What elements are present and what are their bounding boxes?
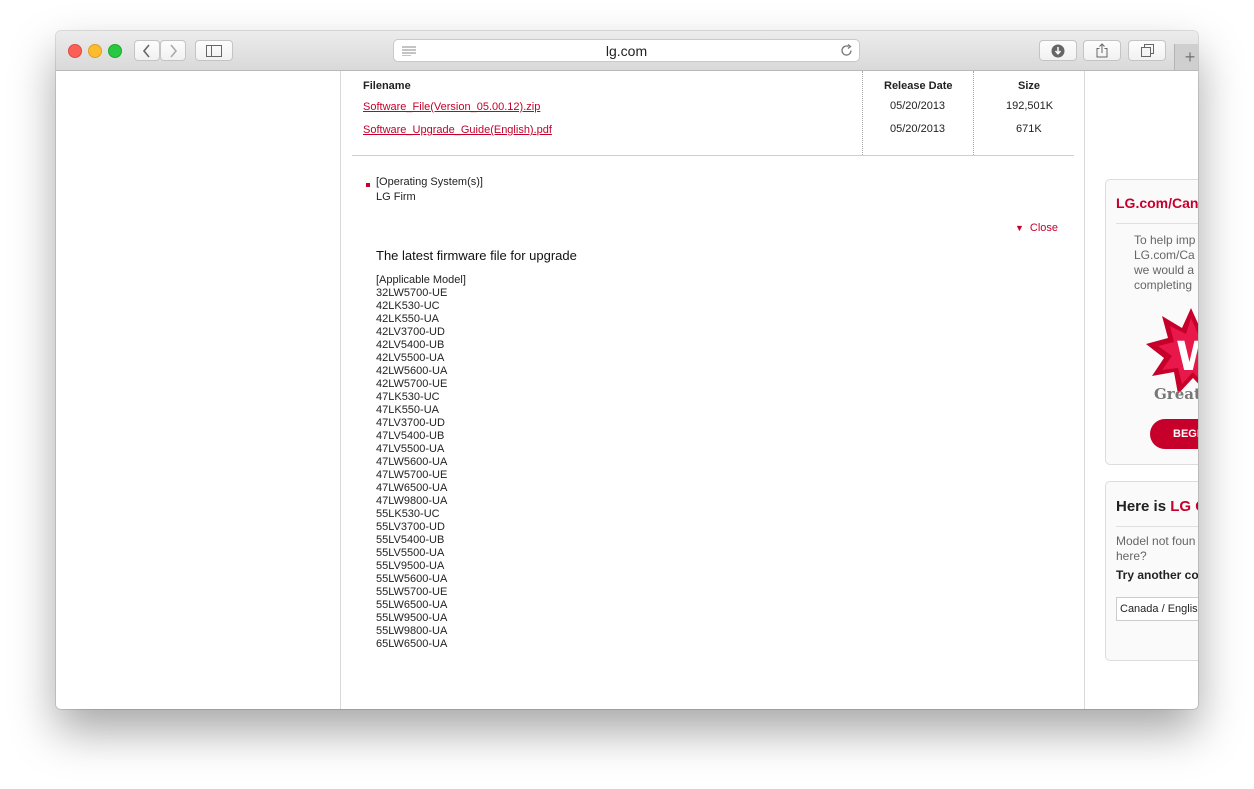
title-bar: lg.com +: [56, 31, 1198, 71]
locale-title: Here is LG C: [1116, 498, 1198, 515]
model-item: 42LV5500-UA: [376, 352, 445, 364]
filename-header: Filename: [363, 80, 411, 92]
model-item: 55LV3700-UD: [376, 521, 445, 533]
close-label: Close: [1029, 222, 1059, 234]
url-text: lg.com: [605, 42, 648, 59]
model-item: 55LW5600-UA: [376, 573, 448, 585]
model-item: 32LW5700-UE: [376, 287, 448, 299]
survey-text: To help imp LG.com/Ca we would a complet…: [1134, 233, 1195, 293]
close-details-link[interactable]: ▼ Close: [1015, 222, 1058, 234]
model-item: 42LK530-UC: [376, 300, 440, 312]
model-item: 65LW6500-UA: [376, 638, 448, 650]
applicable-model-list: [Applicable Model] 32LW5700-UE 42LK530-U…: [376, 274, 466, 651]
locale-panel: Here is LG C Model not foun here? Try an…: [1105, 481, 1198, 661]
model-item: 55LW6500-UA: [376, 599, 448, 611]
page-content: Filename Release Date Size Software_File…: [56, 71, 1198, 709]
locale-text: Model not foun here?: [1116, 534, 1195, 564]
model-item: 42LK550-UA: [376, 313, 439, 325]
model-item: 55LV5500-UA: [376, 547, 445, 559]
close-window-button[interactable]: [68, 44, 82, 58]
locale-text-line: here?: [1116, 549, 1147, 563]
bullet-icon: [366, 183, 370, 187]
survey-text-line: completing: [1134, 278, 1193, 292]
applicable-model-label: [Applicable Model]: [376, 274, 466, 286]
new-tab-button[interactable]: +: [1174, 44, 1198, 70]
triangle-down-icon: ▼: [1015, 223, 1024, 233]
model-item: 42LV3700-UD: [376, 326, 445, 338]
model-item: 55LK530-UC: [376, 508, 440, 520]
file-link-software[interactable]: Software_File(Version_05.00.12).zip: [363, 101, 540, 113]
table-column-divider: [862, 71, 863, 155]
table-bottom-rule: [352, 155, 1074, 156]
model-item: 47LW9800-UA: [376, 495, 448, 507]
model-item: 55LW9500-UA: [376, 612, 448, 624]
reader-icon[interactable]: [402, 46, 416, 56]
share-button[interactable]: [1083, 40, 1121, 61]
minimize-window-button[interactable]: [88, 44, 102, 58]
size-header: Size: [1018, 80, 1041, 92]
model-item: 47LV3700-UD: [376, 417, 445, 429]
survey-text-line: LG.com/Ca: [1134, 248, 1195, 262]
model-item: 42LV5400-UB: [376, 339, 445, 351]
chevron-left-icon: [142, 43, 150, 58]
great-text: Great: [1154, 385, 1198, 403]
model-item: 42LW5600-UA: [376, 365, 448, 377]
begin-survey-button[interactable]: BEGI: [1150, 419, 1198, 449]
locale-title-prefix: Here is: [1116, 498, 1171, 515]
model-item: 47LW5600-UA: [376, 456, 448, 468]
model-item: 47LW5700-UE: [376, 469, 448, 481]
starburst-badge-icon: W: [1146, 308, 1198, 394]
model-item: 55LV9500-UA: [376, 560, 445, 572]
try-another-country-text: Try another co: [1116, 568, 1198, 582]
release-date-cell: 05/20/2013: [890, 100, 946, 112]
model-item: 55LW5700-UE: [376, 586, 448, 598]
forward-button[interactable]: [160, 40, 186, 61]
survey-text-line: we would a: [1134, 263, 1195, 277]
os-label: [Operating System(s)]: [376, 176, 483, 188]
firmware-title: The latest firmware file for upgrade: [376, 248, 577, 263]
locale-title-brand: LG C: [1170, 498, 1198, 515]
release-date-cell: 05/20/2013: [890, 123, 946, 135]
locale-divider: [1116, 526, 1198, 527]
os-value: LG Firm: [376, 191, 416, 203]
chevron-right-icon: [170, 43, 178, 58]
country-select[interactable]: Canada / Englis: [1116, 597, 1198, 621]
table-column-divider: [973, 71, 974, 155]
survey-text-line: To help imp: [1134, 233, 1196, 247]
model-item: 55LW9800-UA: [376, 625, 448, 637]
zoom-window-button[interactable]: [108, 44, 122, 58]
model-item: 47LV5400-UB: [376, 430, 445, 442]
sidebar-icon: [206, 44, 222, 57]
right-column-divider: [1084, 71, 1085, 709]
model-item: 47LW6500-UA: [376, 482, 448, 494]
survey-panel: LG.com/Cana To help imp LG.com/Ca we wou…: [1105, 179, 1198, 465]
model-item: 47LK550-UA: [376, 404, 439, 416]
locale-text-line: Model not foun: [1116, 534, 1196, 548]
download-icon: [1051, 44, 1065, 57]
model-item: 55LV5400-UB: [376, 534, 445, 546]
tabs-icon: [1140, 44, 1154, 57]
survey-divider: [1116, 223, 1198, 224]
model-item: 42LW5700-UE: [376, 378, 448, 390]
downloads-button[interactable]: [1039, 40, 1077, 61]
size-cell: 192,501K: [1006, 100, 1054, 112]
share-icon: [1096, 43, 1108, 58]
badge-letter: W: [1176, 334, 1198, 380]
reload-icon[interactable]: [840, 44, 853, 57]
plus-icon: +: [1184, 46, 1196, 67]
model-item: 47LV5500-UA: [376, 443, 445, 455]
size-cell: 671K: [1016, 123, 1042, 135]
sidebar-button[interactable]: [195, 40, 233, 61]
survey-title: LG.com/Cana: [1116, 195, 1198, 211]
browser-window: lg.com + Filename Release Date Size Soft…: [56, 31, 1198, 709]
address-bar[interactable]: lg.com: [393, 39, 860, 62]
release-date-header: Release Date: [884, 80, 953, 92]
tabs-overview-button[interactable]: [1128, 40, 1166, 61]
model-item: 47LK530-UC: [376, 391, 440, 403]
file-link-guide[interactable]: Software_Upgrade_Guide(English).pdf: [363, 124, 552, 136]
left-column-divider: [340, 71, 341, 709]
back-button[interactable]: [134, 40, 160, 61]
